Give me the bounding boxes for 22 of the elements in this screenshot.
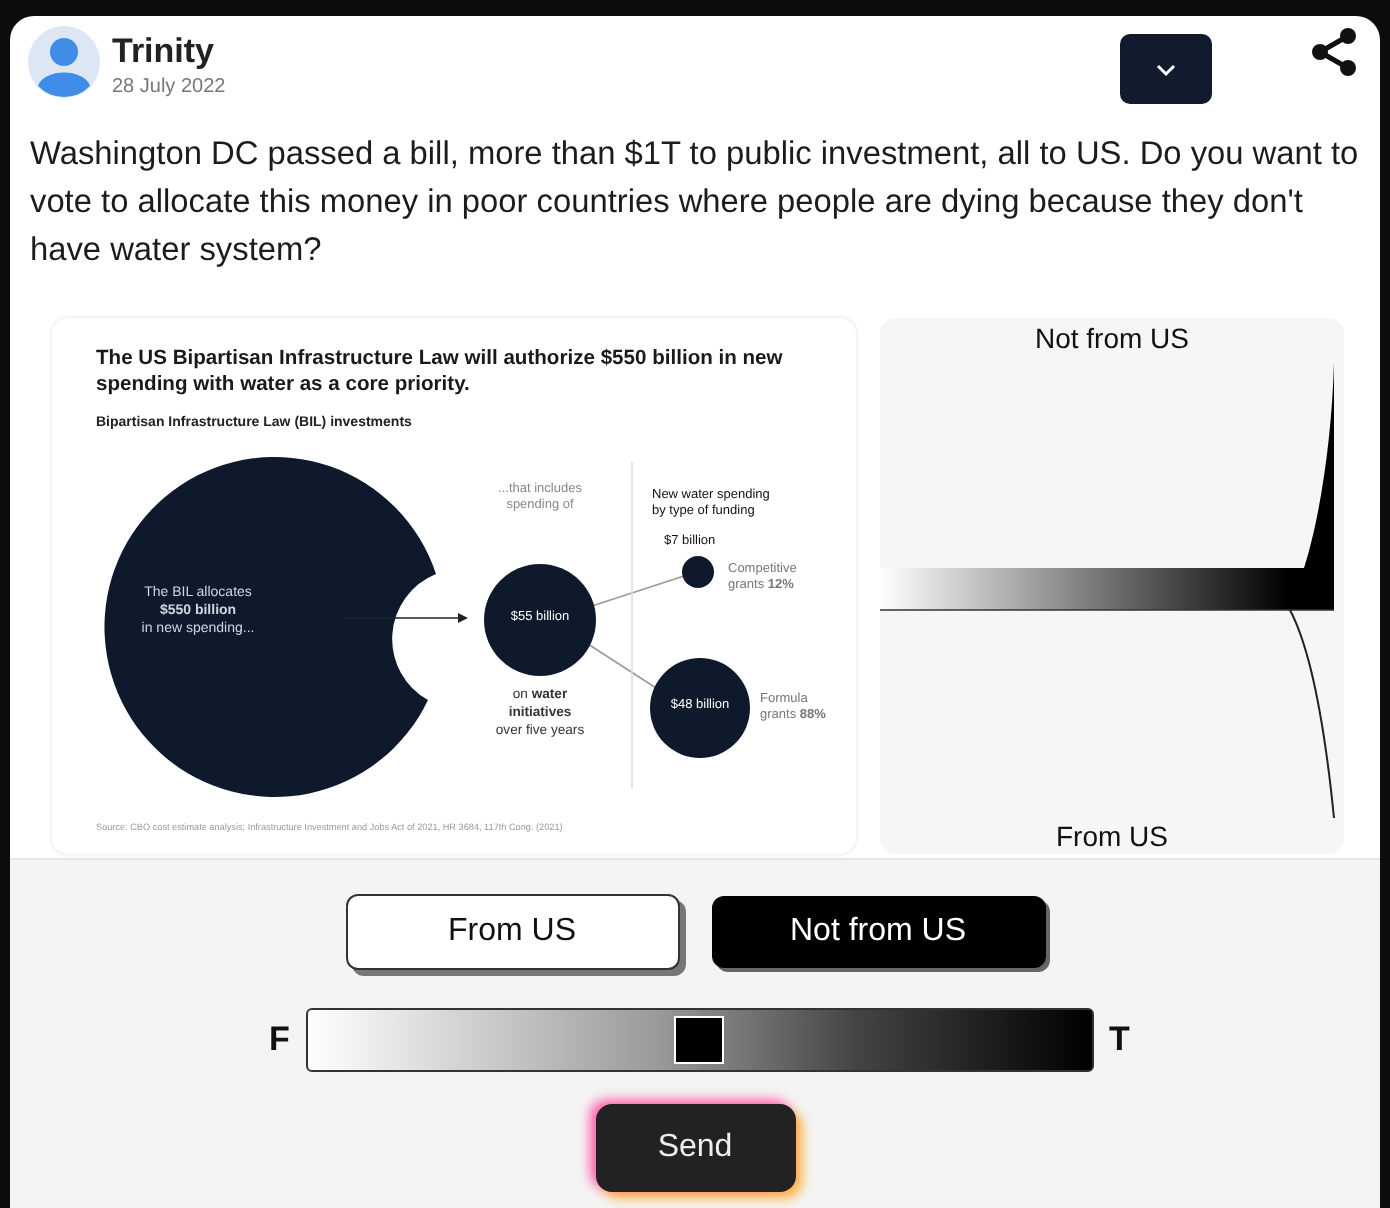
- post-date: 28 July 2022: [112, 76, 226, 98]
- connector-line: [587, 643, 657, 689]
- slider-thumb[interactable]: [674, 1016, 724, 1064]
- dropdown-button[interactable]: [1120, 34, 1212, 104]
- choice-button[interactable]: Not from US: [711, 896, 1045, 968]
- author-name: Trinity: [112, 32, 217, 72]
- avatar-icon: [28, 26, 100, 98]
- infographic-title: The US Bipartisan Infrastructure Law will authorize $550 billion in new spending with water as a core priority.: [96, 346, 785, 398]
- slider-min-label: F: [269, 1020, 289, 1060]
- arrow: [343, 613, 468, 623]
- slider-max-label: T: [1109, 1020, 1129, 1060]
- share-icon[interactable]: [1308, 26, 1360, 78]
- gauge-label: From US: [1054, 820, 1170, 852]
- gauge-label: Not from US: [1032, 322, 1191, 354]
- slider-track[interactable]: [305, 1008, 1093, 1072]
- chevron-icon: [1154, 61, 1178, 77]
- bubble: [650, 658, 750, 758]
- connector-line: [591, 575, 685, 607]
- send-button[interactable]: Send: [595, 1104, 795, 1192]
- bubble: [682, 556, 714, 588]
- post-text: Washington DC passed a bill, more than $1T to public investment, all to US. Do you want to vote to allocate this money in poor countries where people are dying because they don't have water system?: [28, 134, 1361, 272]
- bubble: [484, 564, 596, 676]
